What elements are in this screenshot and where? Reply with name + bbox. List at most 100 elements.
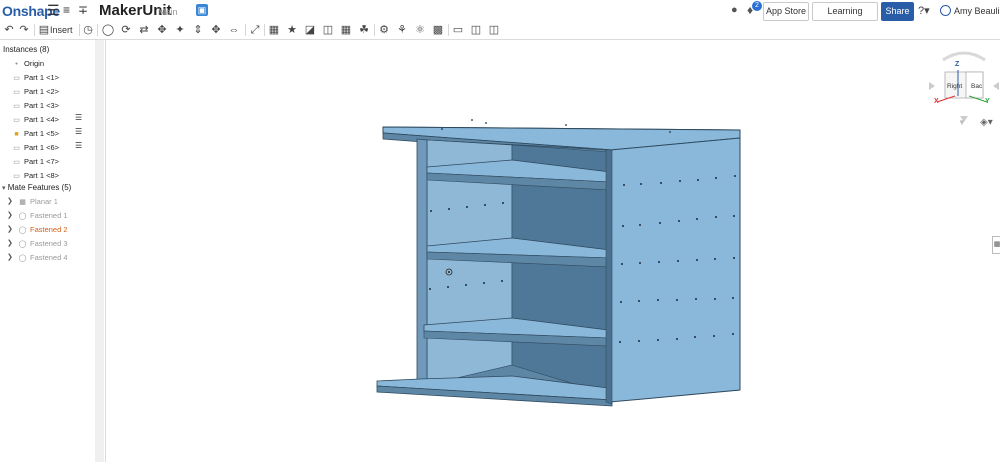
cube-right-label[interactable]: Right	[947, 83, 962, 90]
history-icon[interactable]: ◷	[81, 23, 95, 37]
learning-center-button[interactable]: Learning Center	[812, 2, 878, 33]
mate-fastened-3[interactable]: ❯ ◯ Fastened 3	[7, 238, 68, 250]
chat-icon[interactable]: ●	[731, 4, 738, 16]
instance-label: Part 1 <1>	[24, 73, 60, 82]
linear-pattern-icon[interactable]: ◪	[303, 23, 317, 37]
chevron-right-icon[interactable]: ❯	[7, 252, 13, 264]
assembly-feature-list: Instances (8) • Origin ▭ Part 1 <1> ☰ ▭ Par…	[0, 40, 106, 462]
y-axis-label: Y	[985, 98, 990, 105]
main-menu-icon[interactable]: ☰	[47, 2, 60, 19]
origin-icon: •	[15, 61, 18, 68]
chevron-down-icon[interactable]: ▾	[2, 185, 6, 192]
rack-pinion-icon[interactable]: ⚘	[395, 23, 409, 37]
screw-relation-icon[interactable]: ⚛	[413, 23, 427, 37]
instance-menu-icon[interactable]: ☰	[75, 140, 82, 152]
instance-label: Part 1 <2>	[24, 87, 60, 96]
assembly-toolbar: ↶ ↷ ▤ Insert ◷ ◯ ⟳ ⇄ ✥ ✦ ⇕ ✥ ⇔ ⤢ ▦ ★ ◪ ◫…	[0, 22, 1000, 40]
right-side-panel[interactable]	[609, 137, 741, 403]
app-store-button[interactable]: App Store	[763, 2, 809, 21]
feature-list-icon[interactable]: ≡	[63, 3, 70, 17]
mate-planar-1[interactable]: ❯ ▦ Planar 1	[7, 196, 58, 208]
chevron-right-icon[interactable]: ❯	[7, 196, 13, 208]
instance-part-7[interactable]: ▭ Part 1 <7>	[12, 156, 59, 168]
rotate-right-icon[interactable]	[993, 82, 999, 90]
replicate-icon[interactable]: ★	[285, 23, 299, 37]
mass-properties-icon[interactable]: ◫	[469, 23, 483, 37]
view-cube[interactable]: Z X Y Right Bac	[929, 48, 999, 128]
help-icon[interactable]: ?▾	[918, 4, 930, 17]
instance-label: Origin	[24, 59, 45, 68]
instance-part-3[interactable]: ▭ Part 1 <3>	[12, 100, 59, 112]
pin-slot-mate-icon[interactable]: ✦	[173, 23, 187, 37]
shelf-unit-model[interactable]	[106, 40, 1000, 462]
mate-features-label: Mate Features (5)	[7, 183, 72, 192]
instance-label: Part 1 <5>	[24, 129, 60, 138]
instances-header[interactable]: Instances (8)	[3, 45, 49, 54]
circular-pattern-icon[interactable]: ◫	[321, 23, 335, 37]
planar-mate-icon: ▦	[19, 199, 26, 206]
instance-part-1[interactable]: ▭ Part 1 <1>	[12, 72, 59, 84]
mirror-icon[interactable]: ▦	[339, 23, 353, 37]
display-mode-icon[interactable]: ◈▾	[980, 117, 993, 128]
chevron-right-icon[interactable]: ❯	[7, 224, 13, 236]
chevron-right-icon[interactable]: ❯	[7, 210, 13, 222]
rotate-arc-icon[interactable]	[942, 51, 986, 62]
workspace-cube-icon[interactable]: ▣	[196, 4, 208, 16]
planar-mate-icon[interactable]: ⇕	[191, 23, 205, 37]
mate-connector-icon[interactable]: ⤢	[248, 23, 262, 37]
branch-label[interactable]: Main	[158, 7, 178, 17]
avatar[interactable]	[940, 5, 951, 16]
section-view-icon[interactable]: ◫	[487, 23, 501, 37]
part-icon: ▭	[13, 159, 20, 166]
instance-menu-icon[interactable]: ☰	[75, 126, 82, 138]
instance-part-4[interactable]: ▭ Part 1 <4>	[12, 114, 59, 126]
slider-mate-icon[interactable]: ⇄	[137, 23, 151, 37]
graphics-viewport[interactable]	[106, 40, 1000, 462]
insert-icon[interactable]: ▤	[37, 23, 51, 37]
gear-relation-icon[interactable]: ⚙	[377, 23, 391, 37]
left-side-panel[interactable]	[416, 138, 428, 386]
undo-icon[interactable]: ↶	[2, 23, 16, 37]
instance-label: Part 1 <8>	[24, 171, 60, 180]
instance-menu-icon[interactable]: ☰	[75, 112, 82, 124]
instance-part-8[interactable]: ▭ Part 1 <8>	[12, 170, 59, 182]
cube-back-label[interactable]: Bac	[971, 83, 982, 90]
fastened-mate-icon: ◯	[18, 213, 27, 220]
revolute-mate-icon[interactable]: ⟳	[119, 23, 133, 37]
right-panel-toggle-icon[interactable]: ▦	[992, 236, 1000, 254]
fastened-mate-icon: ◯	[18, 241, 27, 248]
instance-label: Part 1 <4>	[24, 115, 60, 124]
mate-label: Fastened 3	[30, 239, 68, 248]
share-button[interactable]: Share	[881, 2, 914, 21]
variables-icon[interactable]: ∓	[78, 3, 88, 17]
mate-features-header[interactable]: ▾ Mate Features (5)	[2, 183, 71, 192]
group-icon[interactable]: ▦	[267, 23, 281, 37]
chevron-right-icon[interactable]: ❯	[7, 238, 13, 250]
instance-label: Part 1 <6>	[24, 143, 60, 152]
explode-icon[interactable]: ☘	[357, 23, 371, 37]
cylindrical-mate-icon[interactable]: ✥	[155, 23, 169, 37]
instance-origin[interactable]: • Origin	[12, 58, 44, 70]
instance-part-2[interactable]: ▭ Part 1 <2>	[12, 86, 59, 98]
tangent-mate-icon[interactable]: ⇔	[227, 23, 241, 37]
mate-label: Fastened 1	[30, 211, 68, 220]
mate-label: Planar 1	[30, 197, 58, 206]
feature-list-scrollbar[interactable]	[95, 40, 104, 462]
mate-fastened-2[interactable]: ❯ ◯ Fastened 2	[7, 224, 68, 236]
parallel-mate-icon[interactable]: ✥	[209, 23, 223, 37]
mate-label: Fastened 2	[30, 225, 68, 234]
mate-fastened-4[interactable]: ❯ ◯ Fastened 4	[7, 252, 68, 264]
mate-fastened-1[interactable]: ❯ ◯ Fastened 1	[7, 210, 68, 222]
instance-part-5[interactable]: ■ Part 1 <5>	[12, 128, 59, 140]
linear-relation-icon[interactable]: ▩	[431, 23, 445, 37]
user-name[interactable]: Amy Beaulisch	[954, 6, 1000, 16]
measure-icon[interactable]: ▭	[451, 23, 465, 37]
insert-button[interactable]: Insert	[50, 25, 73, 35]
redo-icon[interactable]: ↷	[17, 23, 31, 37]
fixed-part-icon: ■	[14, 131, 19, 138]
fastened-mate-icon: ◯	[18, 227, 27, 234]
instance-part-6[interactable]: ▭ Part 1 <6>	[12, 142, 59, 154]
fastened-mate-icon[interactable]: ◯	[101, 23, 115, 37]
view-cube-down-icon[interactable]: ▼	[958, 118, 966, 127]
rotate-left-icon[interactable]	[929, 82, 935, 90]
